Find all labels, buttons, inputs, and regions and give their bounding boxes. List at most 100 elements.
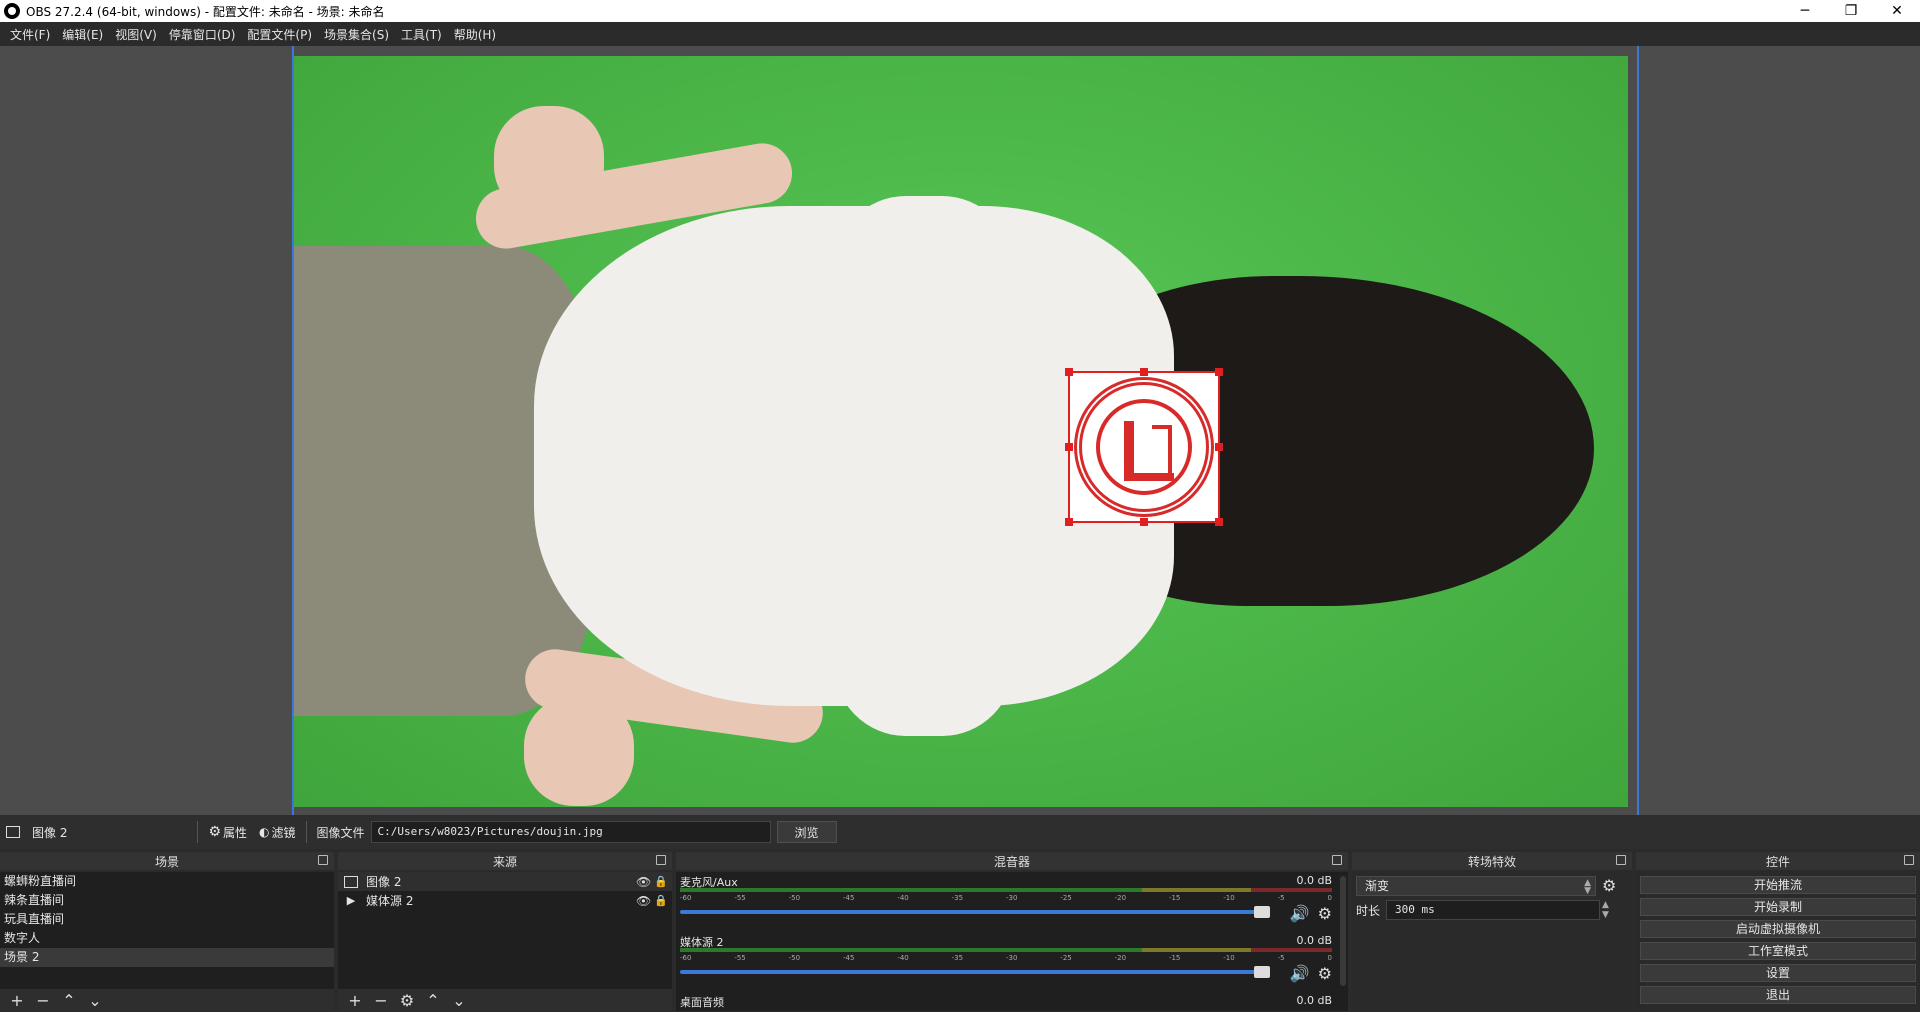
scene-item[interactable]: 辣条直播间 — [0, 891, 334, 910]
start-virtual-camera-button[interactable]: 启动虚拟摄像机 — [1640, 920, 1916, 938]
menu-docks[interactable]: 停靠窗口(D) — [163, 26, 242, 43]
resize-handle[interactable] — [1215, 368, 1223, 376]
transition-select[interactable]: 渐变 ▲ ▼ — [1356, 876, 1596, 896]
image-path-field[interactable]: C:/Users/w8023/Pictures/doujin.jpg — [370, 821, 771, 843]
channel-name: 桌面音频 — [680, 996, 724, 1009]
add-source-icon[interactable]: + — [342, 991, 368, 1010]
resize-handle[interactable] — [1065, 443, 1073, 451]
transition-selected-value: 渐变 — [1365, 879, 1390, 893]
volume-slider-handle[interactable] — [1254, 906, 1270, 918]
duration-input[interactable]: 300 ms — [1386, 900, 1600, 920]
scene-item-selected[interactable]: 场景 2 — [0, 948, 334, 967]
volume-slider[interactable] — [680, 966, 1270, 978]
gear-icon[interactable]: ⚙ — [1318, 964, 1332, 983]
start-recording-button[interactable]: 开始录制 — [1640, 898, 1916, 916]
scenes-title: 场景 — [154, 854, 179, 869]
menu-tools[interactable]: 工具(T) — [395, 26, 448, 43]
mixer-channel: 桌面音频 0.0 dB — [676, 994, 1336, 1012]
canvas-border-right — [1637, 46, 1639, 815]
undock-icon[interactable] — [656, 855, 666, 865]
move-down-icon[interactable]: ⌄ — [82, 991, 108, 1010]
sources-toolbar: + − ⚙ ⌃ ⌄ — [338, 989, 672, 1011]
selected-image-source[interactable] — [1065, 368, 1223, 526]
undock-icon[interactable] — [1332, 855, 1342, 865]
visibility-eye-icon[interactable]: 👁 — [636, 894, 654, 908]
meter-scale: -60 -55 -50 -45 -40 -35 -30 -25 -20 -15 -10 -5 0 — [680, 954, 1332, 962]
filter-icon: ◐ — [259, 825, 270, 839]
volume-slider[interactable] — [680, 906, 1270, 918]
undock-icon[interactable] — [1616, 855, 1626, 865]
scenes-dock: 场景 螺蛳粉直播间 辣条直播间 玩具直播间 数字人 场景 2 + − ⌃ ⌄ — [0, 852, 334, 1011]
channel-db: 0.0 dB — [1296, 874, 1332, 887]
duration-spinner-icon[interactable]: ▲ ▼ — [1602, 900, 1609, 920]
move-down-icon[interactable]: ⌄ — [446, 991, 472, 1010]
undock-icon[interactable] — [318, 855, 328, 865]
menu-help[interactable]: 帮助(H) — [448, 26, 502, 43]
gear-icon[interactable]: ⚙ — [1318, 904, 1332, 923]
source-name: 媒体源 2 — [366, 894, 414, 908]
source-toolbar: 图像 2 ⚙ 属性 ◐ 滤镜 图像文件 C:/Users/w8023/Pictu… — [0, 815, 1920, 849]
browse-button[interactable]: 浏览 — [776, 821, 837, 843]
mixer-channel: 麦克风/Aux 0.0 dB -60 -55 -50 -45 -40 -35 -30 -25-… — [676, 874, 1336, 934]
volume-slider-handle[interactable] — [1254, 966, 1270, 978]
current-source: 图像 2 — [0, 815, 73, 849]
gear-icon: ⚙ — [208, 824, 222, 840]
channel-db: 0.0 dB — [1296, 934, 1332, 947]
source-item[interactable]: ▶ 媒体源 2 👁 🔒 — [338, 891, 672, 910]
volume-meter — [680, 888, 1332, 892]
filters-button[interactable]: ◐ 滤镜 — [253, 815, 302, 849]
properties-button[interactable]: ⚙ 属性 — [202, 815, 253, 849]
transitions-title: 转场特效 — [1467, 854, 1516, 869]
source-item[interactable]: 图像 2 👁 🔒 — [338, 872, 672, 891]
settings-button[interactable]: 设置 — [1640, 964, 1916, 982]
resize-handle[interactable] — [1140, 518, 1148, 526]
undock-icon[interactable] — [1904, 855, 1914, 865]
restore-button[interactable]: ❐ — [1828, 0, 1874, 22]
meter-scale: -60 -55 -50 -45 -40 -35 -30 -25 -20 -15 -10 -5 0 — [680, 894, 1332, 902]
studio-mode-button[interactable]: 工作室模式 — [1640, 942, 1916, 960]
resize-handle[interactable] — [1065, 518, 1073, 526]
start-streaming-button[interactable]: 开始推流 — [1640, 876, 1916, 894]
exit-button[interactable]: 退出 — [1640, 986, 1916, 1004]
menu-bar: 文件(F) 编辑(E) 视图(V) 停靠窗口(D) 配置文件(P) 场景集合(S… — [0, 22, 1920, 46]
obs-logo-icon — [4, 3, 20, 19]
lock-icon[interactable]: 🔒 — [654, 875, 672, 888]
menu-file[interactable]: 文件(F) — [4, 26, 56, 43]
remove-source-icon[interactable]: − — [368, 991, 394, 1010]
transitions-dock-header: 转场特效 — [1352, 852, 1632, 870]
speaker-icon[interactable]: 🔊 — [1290, 904, 1310, 923]
speaker-icon[interactable]: 🔊 — [1290, 964, 1310, 983]
resize-handle[interactable] — [1065, 368, 1073, 376]
scene-item[interactable]: 螺蛳粉直播间 — [0, 872, 334, 891]
close-button[interactable]: ✕ — [1874, 0, 1920, 22]
sources-dock: 来源 图像 2 👁 🔒 ▶ 媒体源 2 👁 🔒 + − ⚙ ⌃ ⌄ — [338, 852, 672, 1011]
window-title: OBS 27.2.4 (64-bit, windows) - 配置文件: 未命名… — [26, 4, 385, 19]
menu-scene-collection[interactable]: 场景集合(S) — [318, 26, 395, 43]
menu-edit[interactable]: 编辑(E) — [56, 26, 109, 43]
scene-item[interactable]: 玩具直播间 — [0, 910, 334, 929]
menu-view[interactable]: 视图(V) — [109, 26, 163, 43]
lock-icon[interactable]: 🔒 — [654, 894, 672, 907]
resize-handle[interactable] — [1140, 368, 1148, 376]
preview-canvas[interactable] — [294, 56, 1628, 807]
scene-item[interactable]: 数字人 — [0, 929, 334, 948]
transitions-dock: 转场特效 渐变 ▲ ▼ ⚙ 时长 300 ms ▲ ▼ — [1352, 852, 1632, 1011]
seal-image — [1074, 377, 1214, 517]
preview-person-hand — [494, 106, 604, 216]
mixer-channel: 媒体源 2 0.0 dB -60 -55 -50 -45 -40 -35 -30 -25 -20… — [676, 934, 1336, 994]
remove-scene-icon[interactable]: − — [30, 991, 56, 1010]
move-up-icon[interactable]: ⌃ — [420, 991, 446, 1010]
mixer-scrollbar[interactable] — [1340, 876, 1346, 986]
resize-handle[interactable] — [1215, 443, 1223, 451]
move-up-icon[interactable]: ⌃ — [56, 991, 82, 1010]
transition-gear-icon[interactable]: ⚙ — [1602, 876, 1616, 895]
minimize-button[interactable]: ─ — [1782, 0, 1828, 22]
seal-character — [1096, 399, 1192, 495]
resize-handle[interactable] — [1215, 518, 1223, 526]
source-properties-gear-icon[interactable]: ⚙ — [394, 991, 420, 1010]
visibility-eye-icon[interactable]: 👁 — [636, 875, 654, 889]
menu-profile[interactable]: 配置文件(P) — [241, 26, 318, 43]
add-scene-icon[interactable]: + — [4, 991, 30, 1010]
controls-title: 控件 — [1765, 854, 1790, 869]
volume-meter — [680, 948, 1332, 952]
